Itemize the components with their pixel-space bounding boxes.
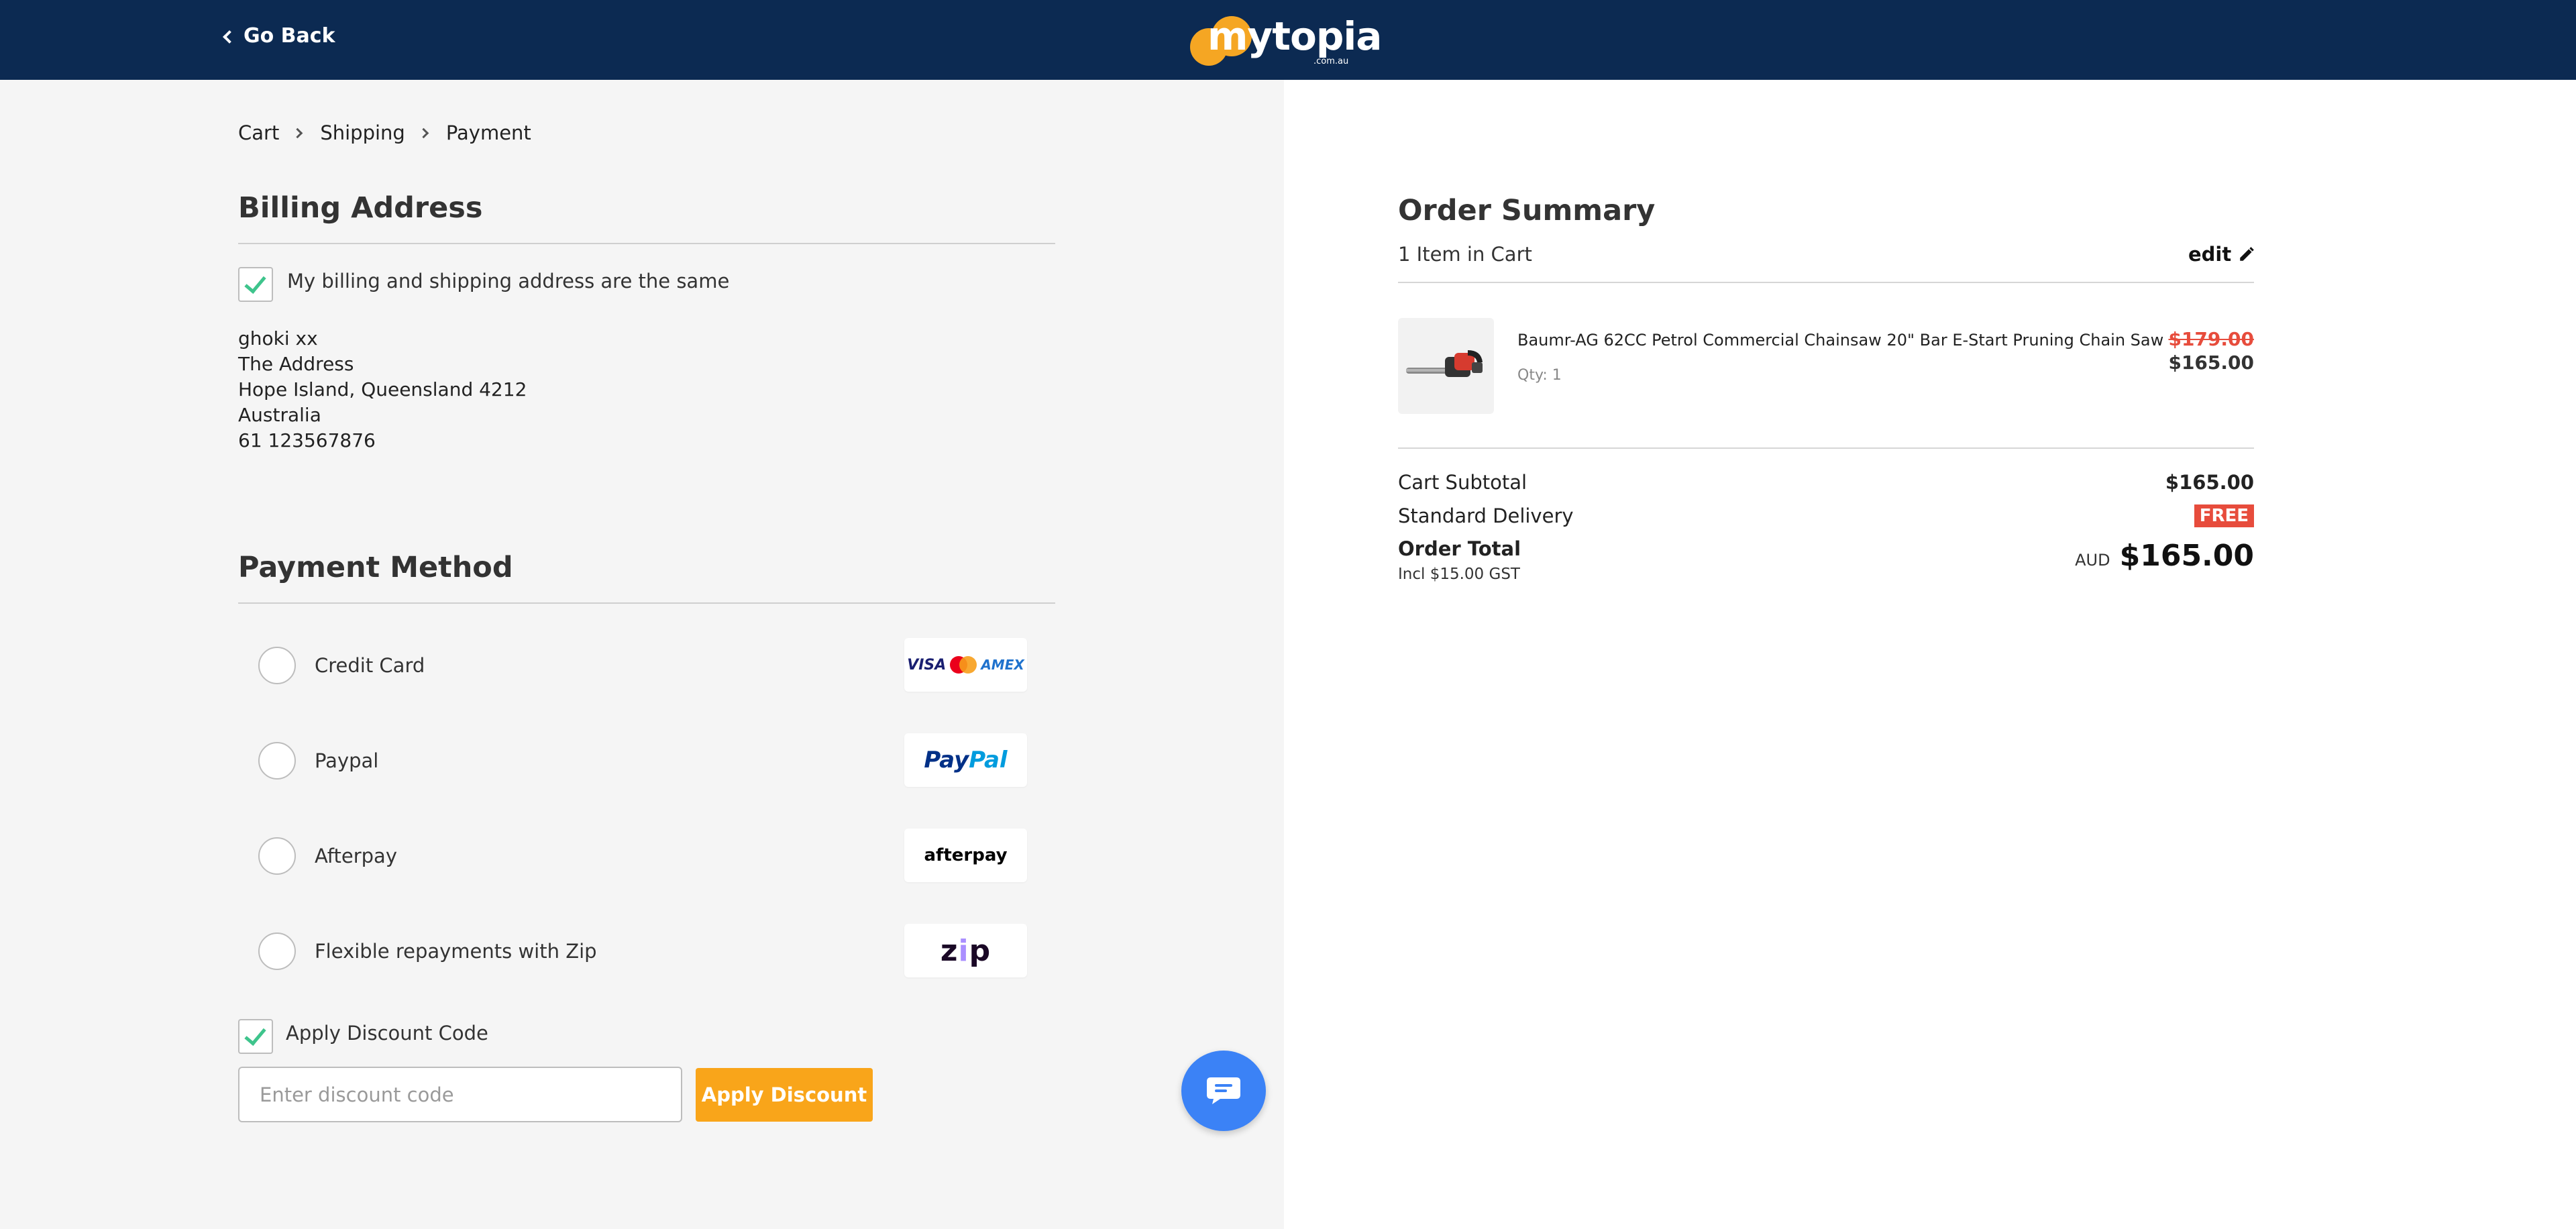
address-city: Hope Island, Queensland 4212	[238, 378, 527, 400]
afterpay-radio[interactable]	[258, 837, 296, 875]
original-price: $179.00	[2168, 328, 2254, 350]
payment-option-zip[interactable]: Flexible repayments with Zip zip	[258, 924, 1027, 977]
paypal-logo: PayPal	[904, 733, 1027, 787]
paypal-radio[interactable]	[258, 742, 296, 780]
zip-logo: zip	[904, 924, 1027, 977]
free-delivery-badge: FREE	[2194, 504, 2254, 527]
order-summary-panel: Order Summary 1 Item in Cart edit Baumr-…	[1284, 80, 2576, 1229]
chat-bubble-icon	[1207, 1077, 1240, 1104]
cart-subtotal-label: Cart Subtotal	[1398, 471, 1527, 494]
apply-discount-checkbox[interactable]	[238, 1019, 273, 1054]
apply-discount-label: Apply Discount Code	[286, 1022, 488, 1045]
apply-discount-button[interactable]: Apply Discount	[696, 1068, 873, 1122]
edit-cart-link[interactable]: edit	[2188, 243, 2255, 266]
payment-option-label: Paypal	[315, 749, 379, 772]
divider	[238, 243, 1055, 244]
chat-button[interactable]	[1181, 1051, 1266, 1131]
address-name: ghoki xx	[238, 327, 318, 350]
breadcrumb-payment: Payment	[445, 121, 531, 144]
payment-option-afterpay[interactable]: Afterpay afterpay	[258, 829, 1027, 882]
chevron-right-icon	[418, 127, 429, 138]
breadcrumb-cart[interactable]: Cart	[238, 121, 279, 144]
check-icon	[244, 1023, 266, 1046]
same-address-checkbox[interactable]	[238, 267, 273, 302]
order-summary-title: Order Summary	[1398, 194, 1656, 227]
payment-option-label: Afterpay	[315, 845, 397, 867]
address-phone: 61 123567876	[238, 429, 376, 451]
payment-option-label: Flexible repayments with Zip	[315, 940, 597, 963]
credit-card-radio[interactable]	[258, 647, 296, 684]
payment-option-label: Credit Card	[315, 654, 425, 677]
checkout-form-panel: Cart Shipping Payment Billing Address My…	[0, 80, 1284, 1229]
go-back-button[interactable]: Go Back	[223, 24, 335, 48]
top-header: Go Back mytopia .com.au	[0, 0, 2576, 80]
divider	[1398, 447, 2254, 449]
payment-method-title: Payment Method	[238, 551, 513, 584]
pencil-icon	[2240, 247, 2255, 261]
breadcrumb-shipping[interactable]: Shipping	[320, 121, 405, 144]
mastercard-icon	[950, 656, 977, 674]
address-country: Australia	[238, 404, 321, 426]
divider	[1398, 282, 2254, 283]
zip-radio[interactable]	[258, 932, 296, 970]
mytopia-logo[interactable]: mytopia .com.au	[1187, 9, 1382, 67]
discount-code-input[interactable]	[238, 1067, 682, 1122]
standard-delivery-label: Standard Delivery	[1398, 504, 1574, 527]
card-brands-logo: VISA AMEX	[904, 638, 1027, 692]
gst-note: Incl $15.00 GST	[1398, 566, 1520, 583]
payment-option-credit-card[interactable]: Credit Card VISA AMEX	[258, 638, 1027, 692]
sale-price: $165.00	[2168, 352, 2254, 374]
order-total: AUD $165.00	[2075, 539, 2254, 573]
product-name[interactable]: Baumr-AG 62CC Petrol Commercial Chainsaw…	[1517, 331, 2163, 350]
chevron-right-icon	[292, 127, 303, 138]
breadcrumb: Cart Shipping Payment	[238, 121, 531, 144]
items-in-cart-count: 1 Item in Cart	[1398, 243, 1532, 266]
address-street: The Address	[238, 353, 354, 375]
same-address-label: My billing and shipping address are the …	[287, 270, 730, 292]
chevron-left-icon	[223, 30, 236, 44]
afterpay-logo: afterpay	[904, 829, 1027, 882]
order-total-label: Order Total	[1398, 537, 1521, 560]
product-qty: Qty: 1	[1517, 367, 1562, 384]
chainsaw-image	[1406, 350, 1483, 377]
order-total-value: $165.00	[2119, 539, 2254, 573]
billing-address-block: ghoki xx The Address Hope Island, Queens…	[238, 326, 527, 453]
product-thumbnail[interactable]	[1398, 318, 1494, 414]
divider	[238, 602, 1055, 604]
go-back-label: Go Back	[244, 24, 335, 48]
check-icon	[244, 271, 266, 294]
billing-address-title: Billing Address	[238, 191, 483, 225]
payment-option-paypal[interactable]: Paypal PayPal	[258, 733, 1027, 787]
cart-subtotal-value: $165.00	[2165, 471, 2254, 494]
currency-label: AUD	[2075, 551, 2110, 570]
